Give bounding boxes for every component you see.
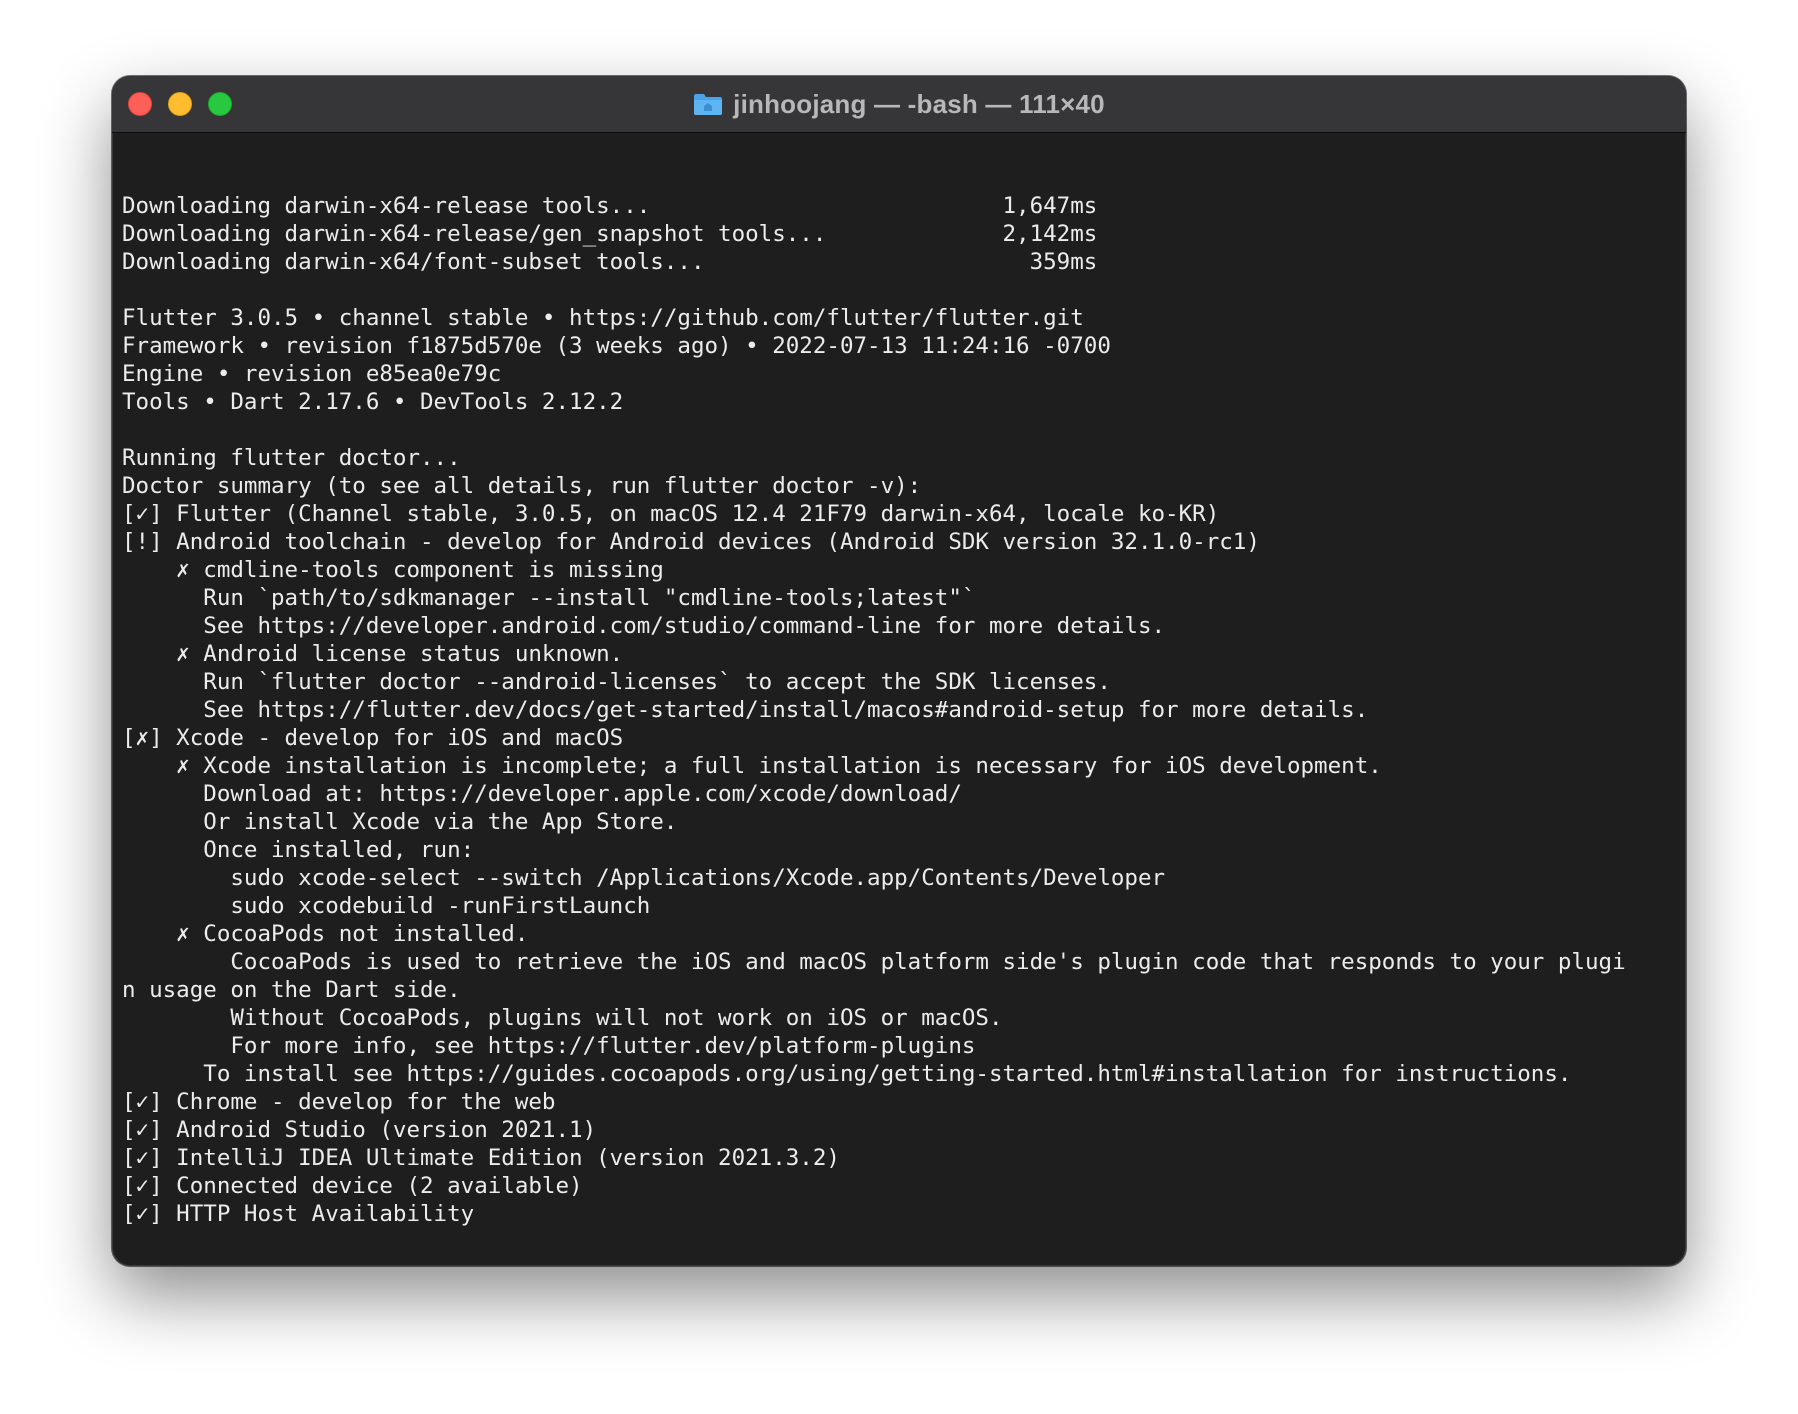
terminal-line: For more info, see https://flutter.dev/p… <box>122 1033 976 1059</box>
terminal-line: [!] Android toolchain - develop for Andr… <box>122 529 1260 555</box>
terminal-window: jinhoojang — -bash — 111×40 Downloading … <box>112 76 1686 1266</box>
terminal-line: Once installed, run: <box>122 837 475 863</box>
terminal-line: [✓] Chrome - develop for the web <box>122 1089 556 1115</box>
terminal-line: [✓] Connected device (2 available) <box>122 1173 583 1199</box>
terminal-line: [✗] Xcode - develop for iOS and macOS <box>122 725 624 751</box>
terminal-line: [✓] IntelliJ IDEA Ultimate Edition (vers… <box>122 1145 840 1171</box>
terminal-line: Run `path/to/sdkmanager --install "cmdli… <box>122 585 976 611</box>
terminal-line: ✗ Xcode installation is incomplete; a fu… <box>122 753 1382 779</box>
terminal-line: To install see https://guides.cocoapods.… <box>122 1061 1572 1087</box>
terminal-line: Tools • Dart 2.17.6 • DevTools 2.12.2 <box>122 389 624 415</box>
terminal-line: Downloading darwin-x64-release/gen_snaps… <box>122 221 1098 247</box>
terminal-line: n usage on the Dart side. <box>122 977 461 1003</box>
window-title-group: jinhoojang — -bash — 111×40 <box>112 76 1686 132</box>
terminal-line: [✓] Android Studio (version 2021.1) <box>122 1117 597 1143</box>
terminal-line: ! Doctor found issues in 2 categories. <box>122 1256 1680 1258</box>
terminal-line: Flutter 3.0.5 • channel stable • https:/… <box>122 305 1084 331</box>
terminal-line: [✓] Flutter (Channel stable, 3.0.5, on m… <box>122 501 1220 527</box>
terminal-line: Downloading darwin-x64-release tools... … <box>122 193 1098 219</box>
terminal-line: sudo xcode-select --switch /Applications… <box>122 865 1166 891</box>
folder-icon <box>693 92 723 116</box>
terminal-line: Framework • revision f1875d570e (3 weeks… <box>122 333 1111 359</box>
terminal-line: Or install Xcode via the App Store. <box>122 809 678 835</box>
terminal-line: Download at: https://developer.apple.com… <box>122 781 962 807</box>
terminal-line: ✗ cmdline-tools component is missing <box>122 557 664 583</box>
terminal-line: [✓] HTTP Host Availability <box>122 1201 475 1227</box>
terminal-line: See https://developer.android.com/studio… <box>122 613 1166 639</box>
terminal-line: ✗ CocoaPods not installed. <box>122 921 529 947</box>
terminal-output[interactable]: Downloading darwin-x64-release tools... … <box>122 136 1680 1258</box>
terminal-line: Running flutter doctor... <box>122 445 461 471</box>
terminal-line: Downloading darwin-x64/font-subset tools… <box>122 249 1098 275</box>
terminal-line: sudo xcodebuild -runFirstLaunch <box>122 893 651 919</box>
terminal-line: CocoaPods is used to retrieve the iOS an… <box>122 949 1626 975</box>
title-bar[interactable]: jinhoojang — -bash — 111×40 <box>112 76 1686 133</box>
terminal-line: Doctor summary (to see all details, run … <box>122 473 922 499</box>
terminal-line: Without CocoaPods, plugins will not work… <box>122 1005 1003 1031</box>
terminal-line: Engine • revision e85ea0e79c <box>122 361 502 387</box>
terminal-line: See https://flutter.dev/docs/get-started… <box>122 697 1369 723</box>
terminal-line: ✗ Android license status unknown. <box>122 641 624 667</box>
terminal-line: Run `flutter doctor --android-licenses` … <box>122 669 1111 695</box>
window-title: jinhoojang — -bash — 111×40 <box>733 88 1105 119</box>
